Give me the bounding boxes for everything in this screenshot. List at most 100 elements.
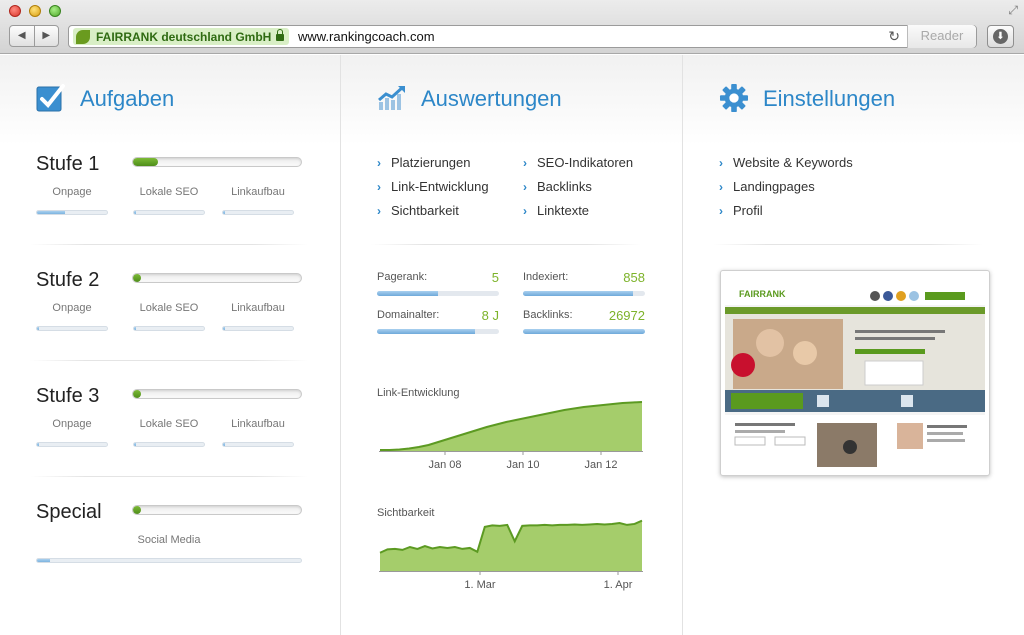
fullscreen-icon[interactable]: ⤢ xyxy=(1008,3,1018,18)
sub-task-label: Linkaufbau xyxy=(231,302,285,314)
download-icon: ⬇ xyxy=(993,29,1008,44)
link-platzierungen[interactable]: › Platzierungen xyxy=(377,155,489,179)
sub-task[interactable]: Onpage xyxy=(36,186,108,215)
settings-links: › Website & Keywords › Landingpages › Profi… xyxy=(719,155,853,227)
link-linktexte[interactable]: › Linktexte xyxy=(523,203,633,227)
trend-chart-icon xyxy=(378,85,405,110)
gear-icon xyxy=(720,84,748,112)
address-bar[interactable]: FAIRRANK deutschland GmbH www.rankingcoa… xyxy=(68,25,977,48)
link-entwicklung-chart[interactable]: Jan 08 Jan 10 Jan 12 xyxy=(379,395,645,475)
sub-task-progress-fill xyxy=(134,327,137,330)
sub-task-progress-bar xyxy=(222,210,294,215)
sub-task-label: Onpage xyxy=(52,186,92,198)
sub-task-label: Linkaufbau xyxy=(231,418,285,430)
stufe-title[interactable]: Stufe 1 xyxy=(36,153,99,176)
sub-task-progress-fill xyxy=(37,559,51,562)
sichtbarkeit-chart[interactable]: 1. Mar 1. Apr xyxy=(379,515,645,591)
stufe-title[interactable]: Stufe 2 xyxy=(36,269,99,292)
reload-icon[interactable]: ↻ xyxy=(888,28,900,45)
chart-tick-label: Jan 12 xyxy=(584,459,617,471)
metric[interactable]: Indexiert: 858 xyxy=(523,270,645,296)
sub-task-social-media[interactable]: Social Media xyxy=(36,534,302,563)
special-progress-fill xyxy=(133,506,142,514)
close-window-button[interactable] xyxy=(9,5,21,17)
metric-bar xyxy=(377,291,499,296)
sub-task-progress-fill xyxy=(37,211,65,214)
zoom-window-button[interactable] xyxy=(49,5,61,17)
metric-label: Pagerank: xyxy=(377,271,428,283)
sub-task-label: Onpage xyxy=(52,302,92,314)
reader-button[interactable]: Reader xyxy=(907,25,976,48)
stufe-progress-fill xyxy=(133,274,142,282)
link-website-keywords[interactable]: › Website & Keywords xyxy=(719,155,853,179)
special-title[interactable]: Special xyxy=(36,501,102,524)
metric[interactable]: Pagerank: 5 xyxy=(377,270,499,296)
chart-tick-label: 1. Apr xyxy=(604,579,633,591)
site-identity-badge[interactable]: FAIRRANK deutschland GmbH xyxy=(73,28,290,45)
website-screenshot-image: FAIRRANK xyxy=(725,275,985,471)
metric-fill xyxy=(523,291,633,296)
auswertungen-heading[interactable]: Auswertungen xyxy=(421,86,562,112)
chart-tick-label: 1. Mar xyxy=(464,579,496,591)
metric[interactable]: Domainalter: 8 J xyxy=(377,308,499,334)
chevron-right-icon: › xyxy=(719,180,723,194)
sub-task[interactable]: Lokale SEO xyxy=(133,302,205,331)
sub-task[interactable]: Onpage xyxy=(36,418,108,447)
metric[interactable]: Backlinks: 26972 xyxy=(523,308,645,334)
checkbox-icon xyxy=(36,84,65,112)
sub-task[interactable]: Linkaufbau xyxy=(222,302,294,331)
divider xyxy=(371,244,641,245)
sub-task[interactable]: Linkaufbau xyxy=(222,186,294,215)
website-preview-thumbnail[interactable]: FAIRRANK xyxy=(720,270,990,476)
stufe-progress-fill xyxy=(133,158,159,166)
divider xyxy=(30,244,308,245)
einstellungen-column: Einstellungen › Website & Keywords › Landi… xyxy=(682,55,1024,635)
aufgaben-column: Aufgaben Stufe 1 Onpage Lokale SEO Linka… xyxy=(0,55,340,635)
stufe-progress-bar xyxy=(132,389,302,399)
metric-bar xyxy=(523,329,645,334)
sub-task[interactable]: Linkaufbau xyxy=(222,418,294,447)
forward-button[interactable]: ▶ xyxy=(35,26,59,46)
metric-value: 5 xyxy=(491,270,499,285)
link-profil[interactable]: › Profil xyxy=(719,203,853,227)
stufe-block[interactable]: Stufe 1 Onpage Lokale SEO Linkaufbau xyxy=(36,153,306,253)
back-button[interactable]: ◀ xyxy=(10,26,35,46)
aufgaben-heading[interactable]: Aufgaben xyxy=(80,86,174,112)
sub-task[interactable]: Onpage xyxy=(36,302,108,331)
downloads-button[interactable]: ⬇ xyxy=(987,25,1014,48)
einstellungen-heading[interactable]: Einstellungen xyxy=(763,86,895,112)
chevron-right-icon: › xyxy=(523,180,527,194)
auswertungen-column: Auswertungen › Platzierungen › Link-Entwic… xyxy=(340,55,682,635)
metric-bar xyxy=(523,291,645,296)
stufe-progress-bar xyxy=(132,273,302,283)
chevron-right-icon: › xyxy=(377,204,381,218)
metric-fill xyxy=(523,329,645,334)
sub-task[interactable]: Lokale SEO xyxy=(133,418,205,447)
link-backlinks[interactable]: › Backlinks xyxy=(523,179,633,203)
url-text[interactable]: www.rankingcoach.com xyxy=(298,29,435,44)
metric-fill xyxy=(377,291,438,296)
stufe-block[interactable]: Stufe 2 Onpage Lokale SEO Linkaufbau xyxy=(36,269,306,369)
sub-task-progress-bar xyxy=(222,442,294,447)
link-landingpages[interactable]: › Landingpages xyxy=(719,179,853,203)
link-link-entwicklung[interactable]: › Link-Entwicklung xyxy=(377,179,489,203)
sub-task-progress-fill xyxy=(134,443,137,446)
sub-task-progress-bar xyxy=(36,442,108,447)
sub-task-progress-bar xyxy=(36,326,108,331)
stufe-progress-bar xyxy=(132,157,302,167)
stufe-title[interactable]: Stufe 3 xyxy=(36,385,99,408)
sub-task-progress-fill xyxy=(223,443,226,446)
link-seo-indikatoren[interactable]: › SEO-Indikatoren xyxy=(523,155,633,179)
chevron-right-icon: › xyxy=(719,204,723,218)
minimize-window-button[interactable] xyxy=(29,5,41,17)
sub-task-progress-bar xyxy=(222,326,294,331)
analysis-links-right: › SEO-Indikatoren › Backlinks › Linktexte xyxy=(523,155,633,227)
chart-tick-label: Jan 08 xyxy=(428,459,461,471)
link-sichtbarkeit[interactable]: › Sichtbarkeit xyxy=(377,203,489,227)
sub-task[interactable]: Lokale SEO xyxy=(133,186,205,215)
metric-value: 858 xyxy=(623,270,645,285)
preview-logo-text: FAIRRANK xyxy=(739,289,786,299)
stufe-block[interactable]: Stufe 3 Onpage Lokale SEO Linkaufbau xyxy=(36,385,306,485)
special-block[interactable]: Special Social Media xyxy=(36,501,306,601)
sub-task-label: Lokale SEO xyxy=(139,302,199,314)
